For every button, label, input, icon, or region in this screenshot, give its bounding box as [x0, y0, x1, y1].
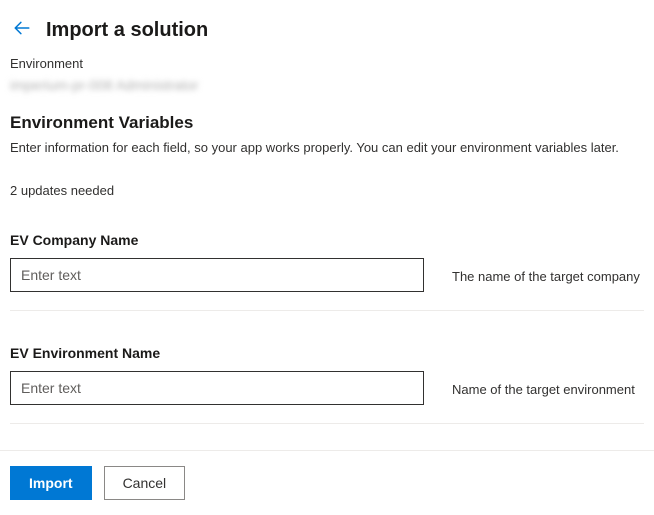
environment-block: Environment imperium-pr-008 Administrato…: [0, 50, 654, 93]
env-variables-section: Environment Variables Enter information …: [0, 93, 654, 424]
environment-name-label: EV Environment Name: [10, 345, 424, 361]
import-button[interactable]: Import: [10, 466, 92, 500]
page-header: Import a solution: [0, 0, 654, 50]
environment-value: imperium-pr-008 Administrator: [10, 77, 644, 93]
footer-actions: Import Cancel: [0, 450, 654, 515]
environment-name-help: Name of the target environment: [452, 382, 644, 405]
company-name-input[interactable]: [10, 258, 424, 292]
field-row-company: EV Company Name The name of the target c…: [10, 232, 644, 311]
back-button[interactable]: [10, 18, 34, 42]
environment-name-input[interactable]: [10, 371, 424, 405]
field-row-envname: EV Environment Name Name of the target e…: [10, 345, 644, 424]
company-name-label: EV Company Name: [10, 232, 424, 248]
arrow-left-icon: [13, 19, 31, 42]
environment-label: Environment: [10, 56, 644, 71]
page-title: Import a solution: [46, 19, 208, 42]
cancel-button[interactable]: Cancel: [104, 466, 186, 500]
section-title: Environment Variables: [10, 113, 644, 133]
company-name-help: The name of the target company: [452, 269, 644, 292]
updates-needed: 2 updates needed: [10, 183, 644, 198]
section-description: Enter information for each field, so you…: [10, 139, 644, 157]
